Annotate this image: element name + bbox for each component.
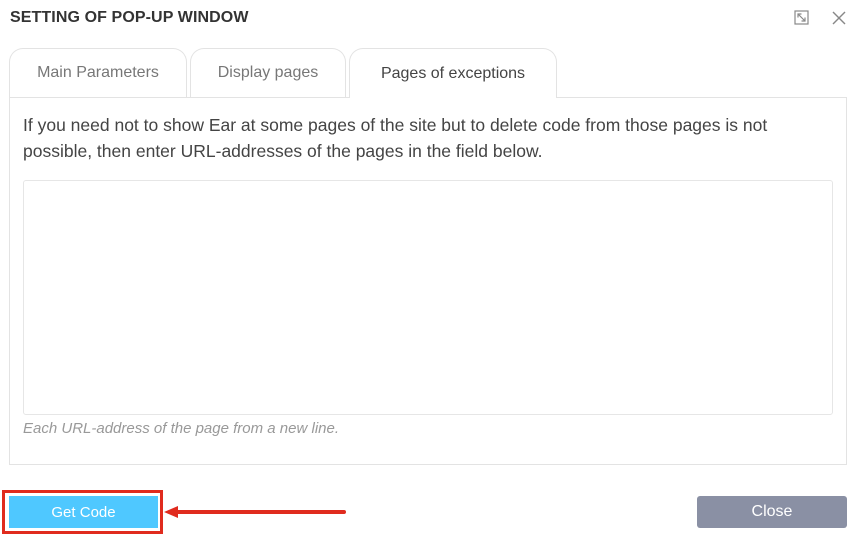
tab-bar: Main Parameters Display pages Pages of e… [9,48,847,98]
tab-label: Display pages [217,64,319,81]
dialog-title: SETTING OF POP-UP WINDOW [10,9,249,26]
tab-main-parameters[interactable]: Main Parameters [9,48,187,97]
tab-pages-of-exceptions[interactable]: Pages of exceptions [349,48,557,98]
annotation-arrow-icon [164,506,346,518]
hint-text: Each URL-address of the page from a new … [23,420,340,437]
tab-label: Main Parameters [37,64,159,81]
tab-display-pages[interactable]: Display pages [190,48,346,97]
url-exceptions-textarea[interactable] [23,180,833,415]
tab-label: Pages of exceptions [380,64,526,82]
close-icon[interactable] [830,9,848,27]
instructions-text: If you need not to show Ear at some page… [23,115,768,161]
tab-panel: If you need not to show Ear at some page… [9,97,847,465]
maximize-icon[interactable] [793,9,811,27]
close-button[interactable]: Close [697,496,847,528]
get-code-button[interactable]: Get Code [9,496,158,528]
